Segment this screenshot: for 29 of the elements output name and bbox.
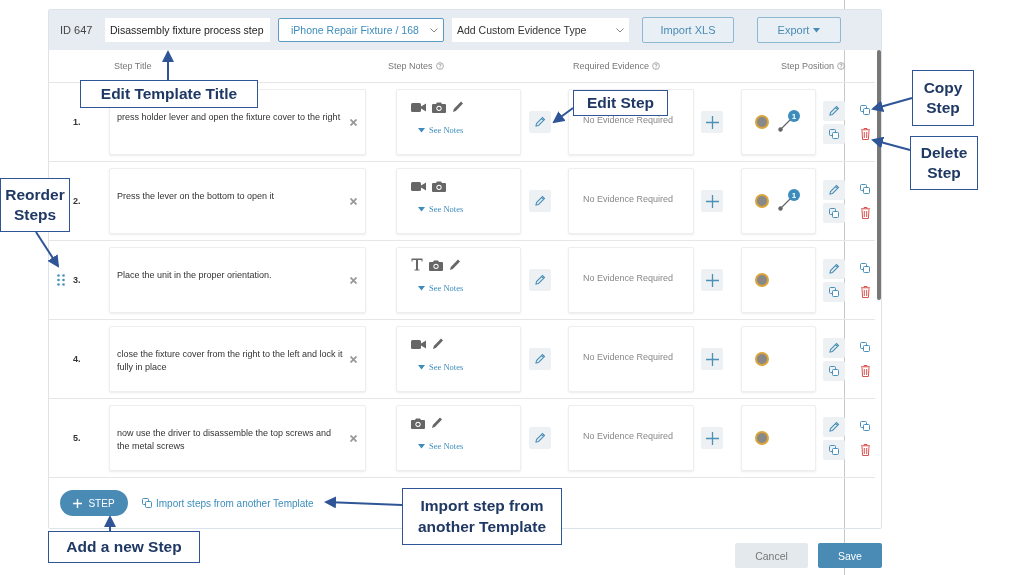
evidence-text: No Evidence Required xyxy=(583,352,674,362)
step-title: Press the lever on the bottom to open it xyxy=(117,190,276,203)
column-header: Required Evidence xyxy=(573,61,650,71)
step-number: 4. xyxy=(73,354,81,364)
branch-count-badge: 1 xyxy=(788,110,800,122)
column-header: Step Title xyxy=(114,61,152,71)
step-number: 5. xyxy=(73,433,81,443)
callout-tooltip: Add a new Step xyxy=(48,531,200,563)
evidence-text: No Evidence Required xyxy=(583,273,674,283)
column-header: Step Position xyxy=(781,61,835,71)
step-title: press holder lever and open the fixture cover to the right xyxy=(117,111,342,124)
callout-tooltip: Copy Step xyxy=(912,70,974,126)
callout-tooltip: Delete Step xyxy=(910,136,978,190)
step-number: 1. xyxy=(73,117,81,127)
step-number: 2. xyxy=(73,196,81,206)
template-id: ID 647 xyxy=(60,24,94,36)
evidence-text: No Evidence Required xyxy=(583,194,674,204)
callout-tooltip: Edit Template Title xyxy=(80,80,258,108)
column-header: Step Notes xyxy=(388,61,433,71)
step-title: close the fixture cover from the right to the left and lock it fully in place xyxy=(117,348,344,375)
evidence-text: No Evidence Required xyxy=(583,115,674,125)
evidence-text: No Evidence Required xyxy=(583,431,674,441)
step-title: now use the driver to disassemble the top screws and the metal screws xyxy=(117,427,333,454)
callout-tooltip: Reorder Steps xyxy=(0,178,70,232)
callout-tooltip: Edit Step xyxy=(573,90,668,116)
callout-tooltip: Import step from another Template xyxy=(402,488,562,545)
branch-count-badge: 1 xyxy=(788,189,800,201)
step-title: Place the unit in the proper orientation. xyxy=(117,269,273,282)
step-number: 3. xyxy=(73,275,81,285)
